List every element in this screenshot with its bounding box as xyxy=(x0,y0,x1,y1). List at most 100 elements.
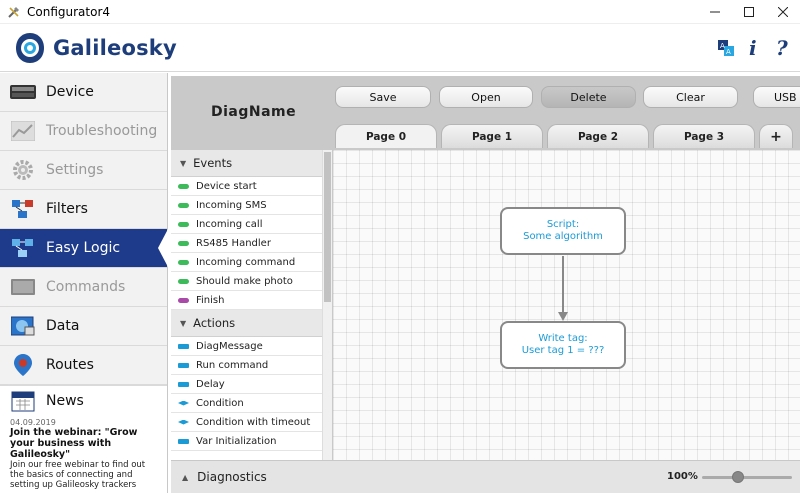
news-date: 04.09.2019 xyxy=(10,418,56,427)
chevron-down-icon: ▼ xyxy=(180,318,187,328)
event-marker-icon xyxy=(178,278,189,284)
action-item-label: Condition xyxy=(196,397,244,409)
zoom-level: 100% xyxy=(667,471,698,482)
connector-layer xyxy=(558,256,568,321)
sidebar-item-routes[interactable]: Routes xyxy=(0,346,167,385)
action-item[interactable]: Delay xyxy=(171,375,331,394)
clear-button[interactable]: Clear xyxy=(643,86,738,108)
tab-page-3[interactable]: Page 3 xyxy=(653,124,755,148)
diagram-canvas[interactable]: Script: Some algorithm Write tag: User t… xyxy=(333,150,800,460)
write-tag-node[interactable]: Write tag: User tag 1 = ??? xyxy=(500,321,626,369)
action-item-label: Run command xyxy=(196,359,269,371)
chevron-up-icon[interactable]: ▲ xyxy=(182,473,188,482)
events-section-header[interactable]: ▼ Events xyxy=(171,150,331,177)
palette-scrollbar[interactable] xyxy=(322,150,332,460)
action-marker-icon xyxy=(178,381,189,387)
event-marker-icon xyxy=(178,240,189,246)
terminal-icon xyxy=(9,275,37,299)
arrow-head-icon xyxy=(558,312,568,321)
sidebar-item-news[interactable]: News xyxy=(0,386,167,416)
svg-text:i: i xyxy=(749,37,757,59)
node-type-label: Script: xyxy=(546,219,580,230)
diagnostics-label[interactable]: Diagnostics xyxy=(197,470,267,484)
event-item[interactable]: Incoming SMS xyxy=(171,196,331,215)
svg-text:?: ? xyxy=(776,37,788,59)
event-marker-icon xyxy=(178,297,189,303)
action-item[interactable]: Run command xyxy=(171,356,331,375)
usb-button[interactable]: USB xyxy=(753,86,800,108)
sidebar-item-troubleshooting[interactable]: Troubleshooting xyxy=(0,112,167,151)
event-item-label: Incoming SMS xyxy=(196,199,267,211)
add-page-button[interactable]: + xyxy=(759,124,793,148)
action-marker-icon xyxy=(178,438,189,444)
script-node[interactable]: Script: Some algorithm xyxy=(500,207,626,255)
save-button[interactable]: Save xyxy=(335,86,431,108)
close-button[interactable] xyxy=(766,0,800,24)
chevron-down-icon: ▼ xyxy=(180,158,187,168)
tab-page-2[interactable]: Page 2 xyxy=(547,124,649,148)
action-item[interactable]: Condition xyxy=(171,394,331,413)
logo-icon xyxy=(16,33,44,63)
node-value-label: User tag 1 = ??? xyxy=(521,345,605,356)
action-item[interactable]: Condition with timeout xyxy=(171,413,331,432)
event-marker-icon xyxy=(178,221,189,227)
svg-text:A: A xyxy=(720,42,725,50)
tab-page-0[interactable]: Page 0 xyxy=(335,124,437,148)
diagnostics-bar: ▲ Diagnostics 100% xyxy=(171,460,800,493)
data-icon xyxy=(9,314,37,338)
close-icon xyxy=(778,7,788,17)
event-item-label: Incoming command xyxy=(196,256,296,268)
scrollbar-thumb[interactable] xyxy=(324,152,331,302)
action-item[interactable]: DiagMessage xyxy=(171,337,331,356)
zoom-slider-track[interactable] xyxy=(702,476,792,479)
language-button[interactable]: A A xyxy=(716,37,736,59)
node-value-label: Some algorithm xyxy=(523,231,603,242)
translate-icon: A A xyxy=(718,40,734,56)
sidebar-item-data[interactable]: Data xyxy=(0,307,167,346)
event-item[interactable]: Incoming command xyxy=(171,253,331,272)
open-button[interactable]: Open xyxy=(439,86,533,108)
logic-icon xyxy=(9,236,37,260)
sidebar-item-easy-logic[interactable]: Easy Logic xyxy=(0,229,168,268)
info-button[interactable]: i xyxy=(744,37,764,59)
action-marker-icon xyxy=(178,362,189,368)
sidebar-item-commands[interactable]: Commands xyxy=(0,268,167,307)
actions-section-header[interactable]: ▼ Actions xyxy=(171,310,331,337)
block-palette: ▼ Events Device start Incoming SMS Incomin… xyxy=(171,150,332,460)
diamond-marker-icon xyxy=(178,420,189,425)
action-item-label: Delay xyxy=(196,378,225,390)
news-title[interactable]: Join the webinar: "Grow your business wi… xyxy=(0,427,160,460)
event-item[interactable]: Should make photo xyxy=(171,272,331,291)
sidebar-item-settings[interactable]: Settings xyxy=(0,151,167,190)
easy-logic-editor: DiagName Save Open Delete Clear USB Page… xyxy=(171,76,800,493)
event-item[interactable]: Device start xyxy=(171,177,331,196)
filters-icon xyxy=(9,197,37,221)
news-body: Join our free webinar to find out the ba… xyxy=(10,460,146,490)
minimize-button[interactable] xyxy=(698,0,732,24)
svg-text:A: A xyxy=(726,48,731,56)
event-item[interactable]: RS485 Handler xyxy=(171,234,331,253)
tab-page-1[interactable]: Page 1 xyxy=(441,124,543,148)
calendar-icon xyxy=(9,389,37,413)
zoom-slider-thumb[interactable] xyxy=(732,471,744,483)
event-item-label: Finish xyxy=(196,294,225,306)
title-bar: Configurator4 xyxy=(0,0,800,24)
action-item[interactable]: Var Initialization xyxy=(171,432,331,451)
sidebar: Device Troubleshooting Settings Filters … xyxy=(0,73,168,493)
event-item[interactable]: Finish xyxy=(171,291,331,310)
device-icon xyxy=(9,80,37,104)
action-item-label: Condition with timeout xyxy=(196,416,311,428)
app-header: Galileosky A A i ? xyxy=(0,24,800,72)
tools-icon xyxy=(8,6,19,18)
maximize-button[interactable] xyxy=(732,0,766,24)
gear-icon xyxy=(9,158,37,182)
action-marker-icon xyxy=(178,343,189,349)
event-item[interactable]: Incoming call xyxy=(171,215,331,234)
galileosky-logo: Galileosky xyxy=(13,31,177,65)
help-button[interactable]: ? xyxy=(772,37,792,59)
map-pin-icon xyxy=(9,353,37,377)
diamond-marker-icon xyxy=(178,401,189,406)
sidebar-item-filters[interactable]: Filters xyxy=(0,190,167,229)
sidebar-item-device[interactable]: Device xyxy=(0,73,167,112)
delete-button[interactable]: Delete xyxy=(541,86,636,108)
